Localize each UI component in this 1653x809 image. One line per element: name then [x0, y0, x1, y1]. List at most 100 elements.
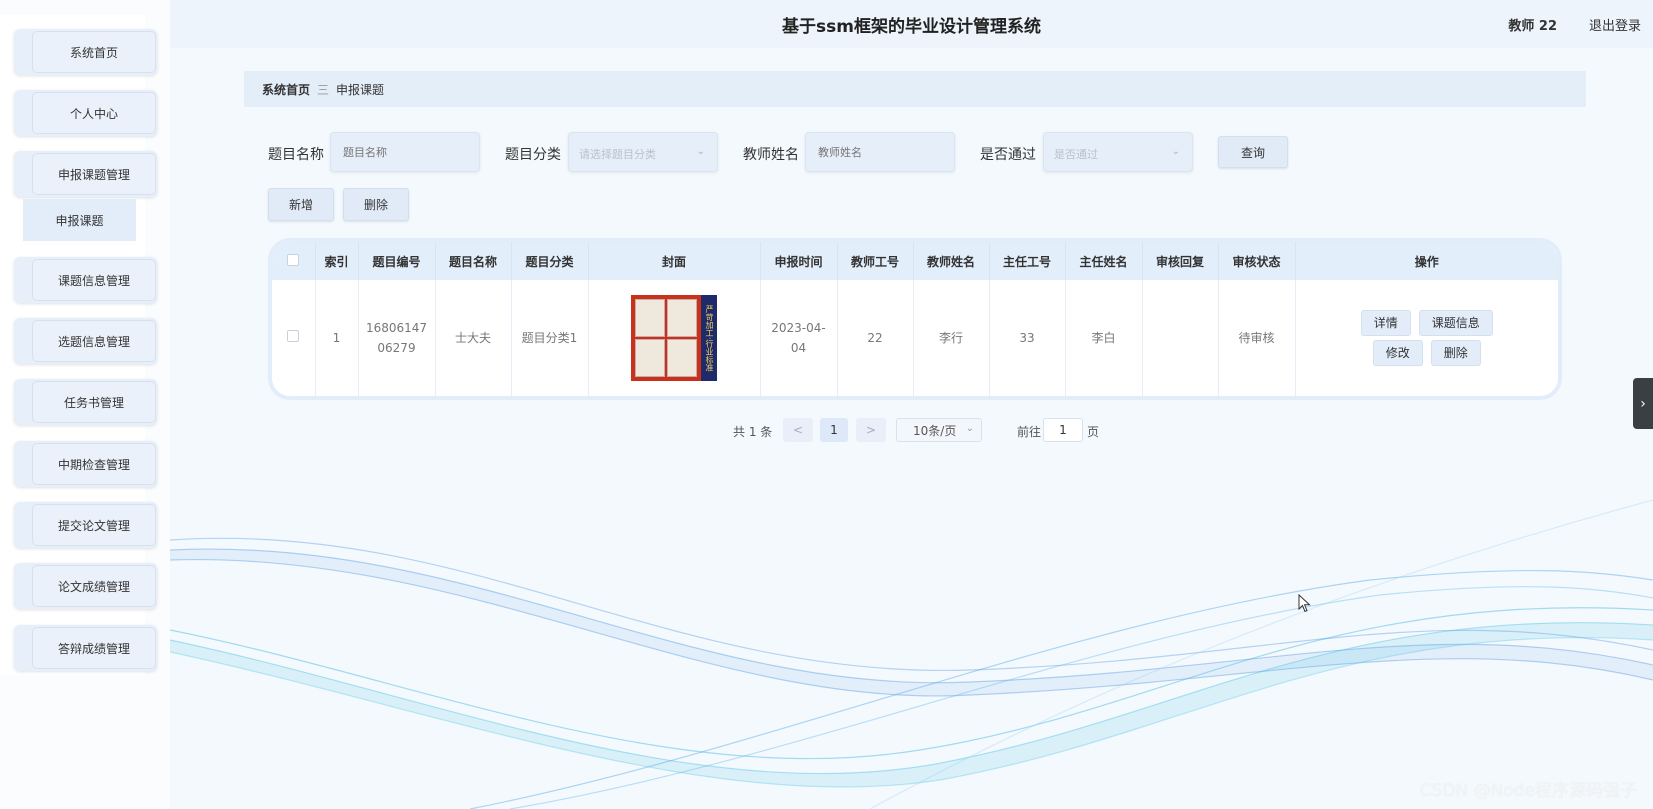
- query-button[interactable]: 查询: [1218, 136, 1288, 168]
- col-header: 主任姓名: [1065, 242, 1143, 280]
- cell-index: 1: [315, 280, 359, 396]
- col-header: 题目名称: [435, 242, 512, 280]
- cell-cover: 严苛加工·行业标准: [588, 280, 761, 396]
- delete-button[interactable]: 删除: [1430, 340, 1481, 366]
- sidebar-item-label: 选题信息管理: [32, 320, 156, 362]
- add-button[interactable]: 新增: [268, 188, 334, 221]
- sidebar-item-task[interactable]: 任务书管理: [14, 379, 157, 425]
- cell-code-line1: 16806147: [365, 321, 428, 335]
- cell-teacher-name: 李行: [913, 280, 990, 396]
- background-waves: [170, 499, 1653, 809]
- cell-operations: 详情 课题信息 修改 删除: [1295, 280, 1558, 396]
- edit-button[interactable]: 修改: [1372, 340, 1423, 366]
- cover-doc-thumb: [635, 339, 665, 377]
- logout-link[interactable]: 退出登录: [1589, 15, 1641, 34]
- breadcrumb: 系统首页 三 申报课题: [244, 71, 1586, 107]
- sidebar-item-topic-apply[interactable]: 申报课题管理: [14, 151, 157, 197]
- sidebar-item-thesis[interactable]: 提交论文管理: [14, 502, 157, 548]
- pagination-prev[interactable]: <: [783, 418, 813, 442]
- sidebar-item-label: 任务书管理: [32, 381, 156, 423]
- col-header: 申报时间: [760, 242, 838, 280]
- sidebar-item-thesis-score[interactable]: 论文成绩管理: [14, 563, 157, 609]
- category-select[interactable]: 请选择题目分类 ⌄: [568, 132, 718, 172]
- sidebar-item-label: 系统首页: [32, 31, 156, 73]
- col-header: 审核回复: [1142, 242, 1219, 280]
- cell-name: 士大夫: [435, 280, 512, 396]
- sidebar: 系统首页 个人中心 申报课题管理 申报课题 课题信息管理 选题信息管理 任务书管…: [0, 0, 170, 809]
- chevron-down-icon: ⌄: [696, 146, 705, 157]
- cell-status: 待审核: [1218, 280, 1296, 396]
- sidebar-item-label: 课题信息管理: [32, 259, 156, 301]
- cell-teacher-id: 22: [837, 280, 914, 396]
- cell-reply: [1142, 280, 1219, 396]
- watermark: CSDN @Node程序源码强子: [1419, 781, 1637, 801]
- passed-select[interactable]: 是否通过 ⌄: [1043, 132, 1193, 172]
- cell-date-line1: 2023-04-: [771, 321, 826, 335]
- sidebar-item-midterm[interactable]: 中期检查管理: [14, 441, 157, 487]
- batch-delete-button[interactable]: 删除: [343, 188, 409, 221]
- sidebar-item-label: 个人中心: [32, 92, 156, 134]
- sidebar-item-label: 答辩成绩管理: [32, 627, 156, 669]
- col-header: 题目编号: [358, 242, 436, 280]
- cell-code: 16806147 06279: [358, 280, 436, 396]
- teacher-label: 教师姓名: [743, 147, 799, 163]
- row-select-cell: [272, 280, 316, 396]
- breadcrumb-current: 申报课题: [336, 82, 385, 97]
- top-header: 基于ssm框架的毕业设计管理系统 教师 22 退出登录: [170, 0, 1653, 48]
- chevron-down-icon: ⌄: [965, 423, 974, 434]
- select-all-checkbox[interactable]: [287, 253, 300, 266]
- col-header: 题目分类: [511, 242, 589, 280]
- app-title: 基于ssm框架的毕业设计管理系统: [782, 17, 1041, 37]
- cell-director-name: 李白: [1065, 280, 1143, 396]
- cover-image[interactable]: 严苛加工·行业标准: [631, 295, 717, 381]
- cell-date: 2023-04- 04: [760, 280, 838, 396]
- cover-doc-thumb: [635, 299, 665, 337]
- goto-suffix: 页: [1087, 425, 1100, 439]
- current-user: 教师 22: [1508, 19, 1557, 34]
- sidebar-item-profile[interactable]: 个人中心: [14, 90, 157, 136]
- chevron-down-icon: ⌄: [1171, 146, 1180, 157]
- passed-placeholder: 是否通过: [1054, 148, 1098, 161]
- cover-band-text: 严苛加工·行业标准: [701, 295, 717, 381]
- col-header: 教师工号: [837, 242, 914, 280]
- sidebar-item-label: 申报课题管理: [32, 153, 156, 195]
- breadcrumb-home[interactable]: 系统首页: [262, 81, 310, 98]
- cell-director-id: 33: [989, 280, 1066, 396]
- pagination-total: 共 1 条: [733, 425, 773, 439]
- cell-date-line2: 04: [790, 341, 807, 355]
- sidebar-item-label: 论文成绩管理: [32, 565, 156, 607]
- page-size-select[interactable]: 10条/页 ⌄: [896, 418, 982, 442]
- cell-code-line2: 06279: [377, 341, 416, 355]
- teacher-input[interactable]: [805, 132, 955, 172]
- page-size-value: 10条/页: [913, 423, 957, 438]
- goto-input[interactable]: 1: [1043, 418, 1083, 442]
- data-table: 索引 题目编号 题目名称 题目分类 封面 申报时间 教师工号 教师姓名 主任工号…: [268, 238, 1562, 400]
- category-label: 题目分类: [505, 147, 561, 163]
- title-label: 题目名称: [268, 147, 324, 163]
- sidebar-item-label: 提交论文管理: [32, 504, 156, 546]
- topic-info-button[interactable]: 课题信息: [1418, 310, 1493, 336]
- select-all-cell: [272, 242, 316, 280]
- sidebar-item-topic-info[interactable]: 课题信息管理: [14, 257, 157, 303]
- row-checkbox[interactable]: [287, 330, 300, 342]
- passed-label: 是否通过: [980, 147, 1036, 163]
- breadcrumb-separator: 三: [317, 82, 330, 97]
- submenu-item-topic-apply[interactable]: 申报课题: [23, 199, 136, 241]
- cover-doc-thumb: [667, 339, 697, 377]
- expand-panel-tab[interactable]: ›: [1633, 378, 1653, 429]
- sidebar-item-home[interactable]: 系统首页: [14, 29, 157, 75]
- goto-label: 前往: [1017, 425, 1042, 439]
- pagination-page[interactable]: 1: [820, 418, 848, 442]
- cell-category: 题目分类1: [511, 280, 589, 396]
- mouse-cursor-icon: [1298, 594, 1311, 613]
- pagination-next[interactable]: >: [856, 418, 886, 442]
- table-row: 1 16806147 06279 士大夫 题目分类1 严苛加工·行业标准 2023…: [272, 280, 1558, 396]
- col-header: 主任工号: [989, 242, 1066, 280]
- title-input[interactable]: [330, 132, 480, 172]
- detail-button[interactable]: 详情: [1360, 310, 1411, 336]
- sidebar-item-selection[interactable]: 选题信息管理: [14, 318, 157, 364]
- col-header: 操作: [1295, 242, 1558, 280]
- table-header-row: 索引 题目编号 题目名称 题目分类 封面 申报时间 教师工号 教师姓名 主任工号…: [272, 242, 1558, 280]
- sidebar-item-defense-score[interactable]: 答辩成绩管理: [14, 625, 157, 671]
- col-header: 审核状态: [1218, 242, 1296, 280]
